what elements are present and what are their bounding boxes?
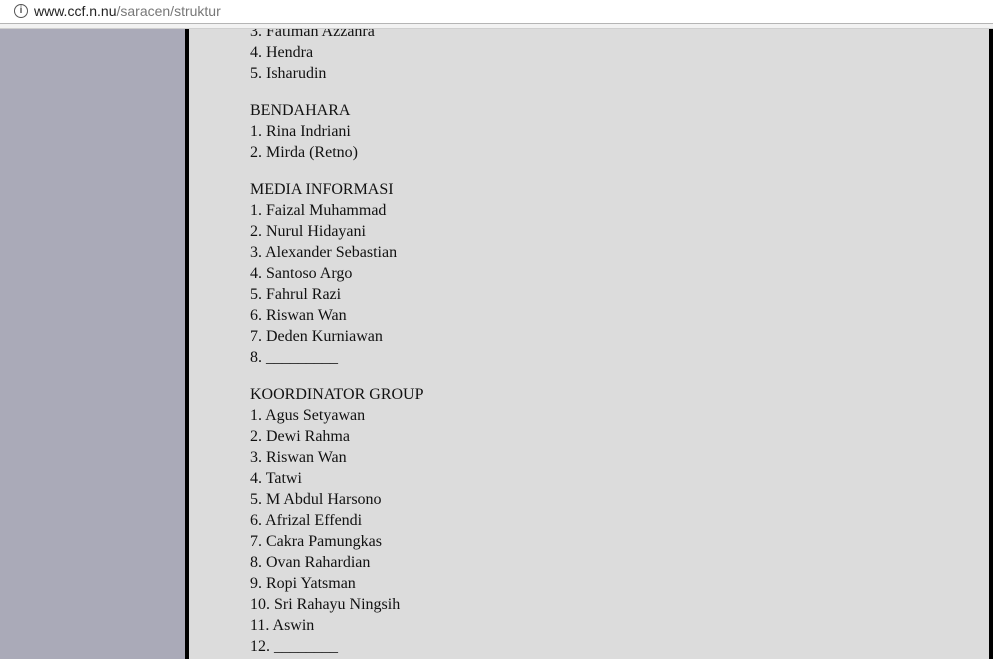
address-bar[interactable]: i www.ccf.n.nu/saracen/struktur <box>0 0 993 24</box>
list-item: 6. Afrizal Effendi <box>250 512 363 529</box>
list-item: 2. Nurul Hidayani <box>250 223 366 240</box>
list-item: 7. Deden Kurniawan <box>250 328 383 345</box>
list-item: 7. Cakra Pamungkas <box>250 533 382 550</box>
list-item: 4. Hendra <box>250 44 314 61</box>
list-item: 1. Faizal Muhammad <box>250 202 387 219</box>
section-title: BENDAHARA <box>250 102 351 119</box>
list-item: 9. Ropi Yatsman <box>250 575 356 592</box>
section: BENDAHARA 1. Rina Indriani 2. Mirda (Retno… <box>250 100 424 163</box>
list-item: 2. Dewi Rahma <box>250 428 350 445</box>
info-icon[interactable]: i <box>14 4 28 18</box>
left-panel <box>0 29 185 659</box>
list-item: 3. Alexander Sebastian <box>250 244 398 261</box>
section: MEDIA INFORMASI 1. Faizal Muhammad 2. Nuru… <box>250 179 424 368</box>
list-item: 5. M Abdul Harsono <box>250 491 382 508</box>
section: 3. Fatimah Azzahra 4. Hendra 5. Isharudin <box>250 29 424 84</box>
list-item: 1. Rina Indriani <box>250 123 351 140</box>
structure-list: 3. Fatimah Azzahra 4. Hendra 5. Isharudin B… <box>250 29 424 659</box>
list-item: 6. Riswan Wan <box>250 307 347 324</box>
list-item: 10. Sri Rahayu Ningsih <box>250 596 401 613</box>
list-item: 8. _________ <box>250 349 338 366</box>
right-border <box>989 29 993 659</box>
url-path: /saracen/struktur <box>116 3 221 19</box>
list-item: 5. Fahrul Razi <box>250 286 342 303</box>
list-item: 4. Tatwi <box>250 470 302 487</box>
list-item: 11. Aswin <box>250 617 315 634</box>
list-item: 4. Santoso Argo <box>250 265 353 282</box>
list-item: 8. Ovan Rahardian <box>250 554 371 571</box>
section-title: KOORDINATOR GROUP <box>250 386 424 403</box>
list-item: 3. Riswan Wan <box>250 449 347 466</box>
list-item: 1. Agus Setyawan <box>250 407 366 424</box>
list-item: 5. Isharudin <box>250 65 327 82</box>
section: KOORDINATOR GROUP 1. Agus Setyawan 2. Dewi… <box>250 384 424 657</box>
section-title: MEDIA INFORMASI <box>250 181 394 198</box>
main-content: 3. Fatimah Azzahra 4. Hendra 5. Isharudin B… <box>189 29 989 659</box>
url-text[interactable]: www.ccf.n.nu/saracen/struktur <box>34 3 221 19</box>
list-item: 3. Fatimah Azzahra <box>250 29 375 40</box>
list-item: 12. ________ <box>250 638 338 655</box>
url-host: www.ccf.n.nu <box>34 3 117 19</box>
list-item: 2. Mirda (Retno) <box>250 144 358 161</box>
